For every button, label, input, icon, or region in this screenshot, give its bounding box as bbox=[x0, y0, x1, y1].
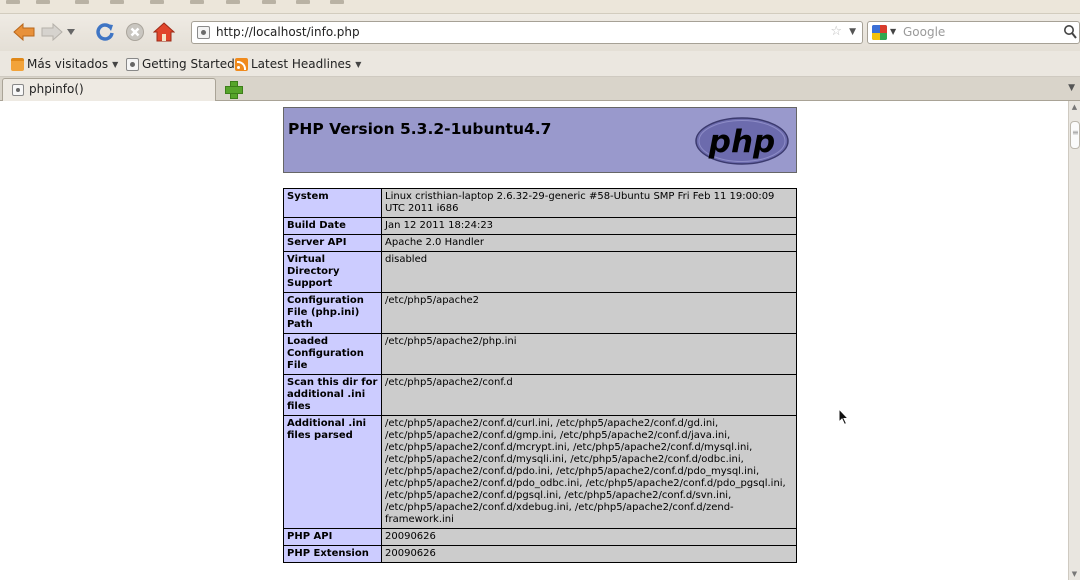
url-history-dropdown[interactable]: ▼ bbox=[849, 24, 856, 40]
chevron-down-icon: ▼ bbox=[112, 59, 119, 69]
home-button[interactable] bbox=[152, 20, 176, 44]
row-value: /etc/php5/apache2 bbox=[381, 292, 797, 334]
forward-arrow-icon bbox=[41, 23, 63, 41]
row-key: PHP Extension bbox=[283, 545, 382, 563]
row-key: PHP API bbox=[283, 528, 382, 546]
back-button[interactable] bbox=[12, 20, 36, 44]
table-row: Additional .ini files parsed/etc/php5/ap… bbox=[283, 415, 797, 529]
page-title: PHP Version 5.3.2-1ubuntu4.7 bbox=[288, 120, 552, 138]
vertical-scrollbar[interactable]: ▲ ▼ bbox=[1068, 101, 1080, 580]
row-key: Loaded Configuration File bbox=[283, 333, 382, 375]
row-key: Additional .ini files parsed bbox=[283, 415, 382, 529]
bookmark-getting-started[interactable]: Getting Started bbox=[126, 56, 235, 72]
scroll-up-arrow-icon[interactable]: ▲ bbox=[1069, 101, 1080, 113]
url-text[interactable]: http://localhost/info.php bbox=[216, 25, 360, 39]
row-value: 20090626 bbox=[381, 545, 797, 563]
table-row: Server API Apache 2.0 Handler bbox=[283, 234, 797, 252]
row-key: System bbox=[283, 188, 382, 218]
table-row: Configuration File (php.ini) Path/etc/ph… bbox=[283, 292, 797, 334]
bookmark-mas-visitados[interactable]: Más visitados ▼ bbox=[11, 56, 118, 72]
bookmarks-toolbar: Más visitados ▼ Getting Started Latest H… bbox=[0, 51, 1080, 77]
search-icon[interactable] bbox=[1063, 24, 1077, 43]
mouse-cursor-icon bbox=[838, 408, 850, 426]
page-viewport: PHP Version 5.3.2-1ubuntu4.7 php System L… bbox=[0, 101, 1068, 580]
table-row: Scan this dir for additional .ini files /… bbox=[283, 374, 797, 416]
row-value: Apache 2.0 Handler bbox=[381, 234, 797, 252]
php-logo: php bbox=[695, 117, 789, 165]
menubar-strip bbox=[0, 0, 1080, 14]
tab-bar: phpinfo() ▼ bbox=[0, 77, 1080, 101]
table-row: Build Date Jan 12 2011 18:24:23 bbox=[283, 217, 797, 235]
row-value: /etc/php5/apache2/conf.d bbox=[381, 374, 797, 416]
folder-icon bbox=[11, 57, 24, 71]
php-version-header: PHP Version 5.3.2-1ubuntu4.7 php bbox=[283, 107, 797, 173]
stop-button[interactable] bbox=[123, 20, 147, 44]
table-row: Loaded Configuration File/etc/php5/apach… bbox=[283, 333, 797, 375]
chevron-down-icon: ▼ bbox=[355, 59, 362, 69]
site-identity-icon[interactable] bbox=[197, 26, 210, 39]
bookmark-label: Getting Started bbox=[142, 57, 235, 71]
row-value: disabled bbox=[381, 251, 797, 293]
table-row: Virtual Directory Support disabled bbox=[283, 251, 797, 293]
navigation-toolbar: http://localhost/info.php ☆ ▼ ▼ Google bbox=[0, 14, 1080, 51]
list-all-tabs-chevron-icon[interactable]: ▼ bbox=[1068, 83, 1075, 93]
row-key: Server API bbox=[283, 234, 382, 252]
home-icon bbox=[153, 22, 175, 42]
forward-button[interactable] bbox=[40, 20, 64, 44]
rss-icon bbox=[235, 57, 248, 71]
row-value: Jan 12 2011 18:24:23 bbox=[381, 217, 797, 235]
tab-phpinfo[interactable]: phpinfo() bbox=[2, 78, 216, 101]
url-bar[interactable]: http://localhost/info.php ☆ ▼ bbox=[191, 21, 863, 44]
table-row: PHP API 20090626 bbox=[283, 528, 797, 546]
bookmark-latest-headlines[interactable]: Latest Headlines ▼ bbox=[235, 56, 361, 72]
new-tab-plus-icon[interactable] bbox=[225, 81, 243, 99]
reload-icon bbox=[96, 23, 114, 41]
table-row: PHP Extension 20090626 bbox=[283, 545, 797, 563]
history-dropdown[interactable] bbox=[64, 20, 78, 44]
bookmark-star-icon[interactable]: ☆ bbox=[830, 24, 842, 39]
row-key: Configuration File (php.ini) Path bbox=[283, 292, 382, 334]
tab-title: phpinfo() bbox=[29, 82, 84, 96]
row-key: Virtual Directory Support bbox=[283, 251, 382, 293]
info-table: System Linux cristhian-laptop 2.6.32-29-g… bbox=[283, 188, 797, 563]
search-engine-dropdown[interactable]: ▼ bbox=[890, 27, 896, 36]
chevron-down-icon bbox=[67, 29, 75, 35]
page-icon bbox=[12, 84, 24, 96]
table-row: System Linux cristhian-laptop 2.6.32-29-g… bbox=[283, 188, 797, 218]
page-icon bbox=[126, 57, 139, 71]
back-arrow-icon bbox=[13, 23, 35, 41]
scrollbar-thumb[interactable] bbox=[1070, 121, 1080, 149]
bookmark-label: Latest Headlines bbox=[251, 57, 352, 71]
row-value: Linux cristhian-laptop 2.6.32-29-generic… bbox=[381, 188, 797, 218]
search-input[interactable]: Google bbox=[903, 25, 945, 39]
row-value: /etc/php5/apache2/conf.d/curl.ini, /etc/… bbox=[381, 415, 797, 529]
stop-icon bbox=[126, 23, 144, 41]
row-value: 20090626 bbox=[381, 528, 797, 546]
search-bar[interactable]: ▼ Google bbox=[867, 21, 1080, 44]
row-key: Scan this dir for additional .ini files bbox=[283, 374, 382, 416]
scroll-down-arrow-icon[interactable]: ▼ bbox=[1069, 568, 1080, 580]
reload-button[interactable] bbox=[93, 20, 117, 44]
svg-text:php: php bbox=[708, 124, 775, 160]
bookmark-label: Más visitados bbox=[27, 57, 109, 71]
row-key: Build Date bbox=[283, 217, 382, 235]
row-value: /etc/php5/apache2/php.ini bbox=[381, 333, 797, 375]
google-engine-icon[interactable] bbox=[872, 25, 887, 40]
